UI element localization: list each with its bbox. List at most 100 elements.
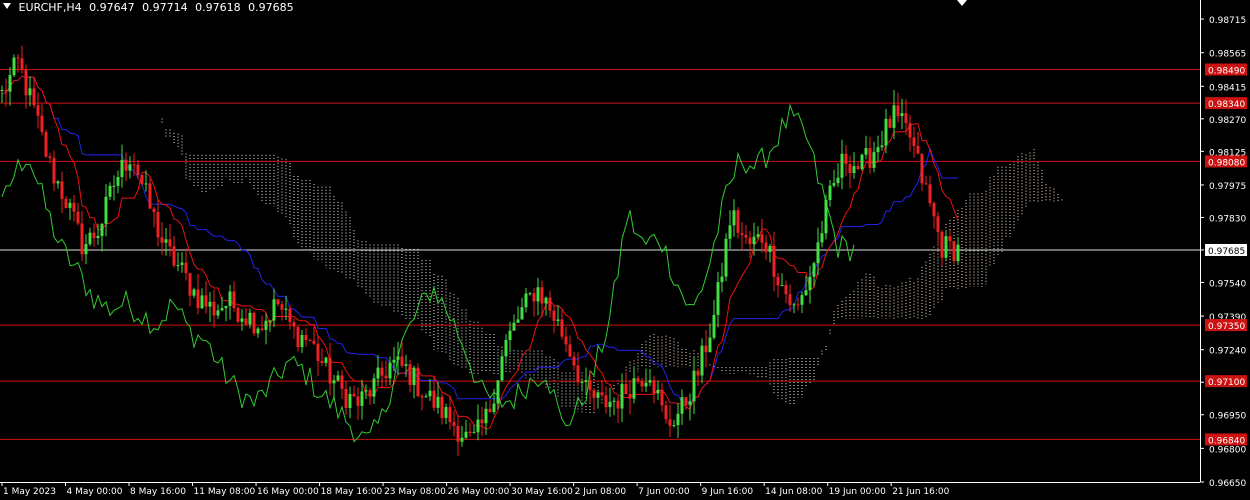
candle bbox=[800, 291, 804, 314]
candle bbox=[336, 370, 340, 382]
candle-body bbox=[208, 301, 212, 307]
candle bbox=[316, 335, 320, 376]
candle-body bbox=[160, 237, 164, 243]
candle-body bbox=[628, 394, 632, 399]
candle-body bbox=[488, 408, 492, 413]
candle-body bbox=[600, 392, 604, 396]
candle bbox=[452, 410, 456, 437]
candle-body bbox=[824, 199, 828, 234]
x-tick-label: 1 May 2023 bbox=[3, 487, 56, 497]
candle bbox=[888, 115, 892, 129]
candle bbox=[516, 306, 520, 324]
candle bbox=[552, 305, 556, 334]
candle-body bbox=[356, 396, 360, 406]
candle-body bbox=[772, 245, 776, 277]
candle-body bbox=[864, 148, 868, 155]
candle-body bbox=[136, 164, 140, 176]
candle-body bbox=[436, 396, 440, 408]
candle-body bbox=[736, 210, 740, 233]
candle-body bbox=[120, 159, 124, 177]
candle bbox=[592, 387, 596, 411]
candle-body bbox=[360, 391, 364, 406]
candle-body bbox=[428, 390, 432, 397]
candle-body bbox=[368, 390, 372, 397]
candle bbox=[828, 180, 832, 207]
candle bbox=[340, 369, 344, 400]
candle bbox=[668, 404, 672, 438]
candle bbox=[268, 319, 272, 332]
candle-body bbox=[92, 232, 96, 239]
candle-body bbox=[828, 185, 832, 200]
candle bbox=[848, 155, 852, 189]
candle-body bbox=[16, 57, 20, 59]
candle-body bbox=[440, 396, 444, 418]
candle-body bbox=[132, 164, 136, 166]
candle-body bbox=[468, 431, 472, 434]
x-tick-label: 9 Jun 16:00 bbox=[702, 487, 754, 497]
candle-body bbox=[696, 370, 700, 376]
candle-body bbox=[732, 210, 736, 226]
candle bbox=[424, 393, 428, 398]
candle-body bbox=[176, 264, 180, 266]
y-tick-label: 0.98715 bbox=[1209, 16, 1246, 26]
candle bbox=[328, 343, 332, 396]
candle bbox=[628, 380, 632, 415]
candle bbox=[604, 386, 608, 414]
candle-body bbox=[188, 273, 192, 296]
candle-body bbox=[900, 113, 904, 117]
candle-body bbox=[512, 322, 516, 331]
candle bbox=[324, 356, 328, 367]
candle bbox=[524, 287, 528, 313]
candle-body bbox=[164, 239, 168, 243]
candle-body bbox=[448, 407, 452, 423]
candle-body bbox=[416, 367, 420, 397]
candle bbox=[92, 223, 96, 247]
candle-body bbox=[216, 310, 220, 316]
candle-body bbox=[472, 432, 476, 434]
candle bbox=[680, 389, 684, 426]
candle-body bbox=[408, 364, 412, 386]
candle-body bbox=[776, 276, 780, 286]
candle bbox=[952, 240, 956, 265]
candle-body bbox=[756, 234, 760, 237]
candle bbox=[872, 141, 876, 173]
candle bbox=[520, 297, 524, 320]
candle bbox=[704, 330, 708, 368]
candle-body bbox=[492, 403, 496, 413]
candle bbox=[936, 211, 940, 246]
candle-body bbox=[0, 89, 4, 91]
candle bbox=[312, 326, 316, 346]
candle bbox=[176, 252, 180, 272]
price-chart[interactable]: 0.987150.985650.984150.982700.981250.979… bbox=[0, 0, 1250, 500]
candle bbox=[104, 184, 108, 237]
candle-body bbox=[308, 340, 312, 342]
candle bbox=[208, 291, 212, 322]
candle-body bbox=[720, 276, 724, 283]
x-tick-label: 21 Jun 16:00 bbox=[892, 487, 949, 497]
candle bbox=[652, 375, 656, 404]
candle-body bbox=[108, 185, 112, 197]
candle bbox=[196, 273, 200, 315]
candle-body bbox=[276, 299, 280, 305]
candle bbox=[308, 338, 312, 342]
candle-body bbox=[576, 365, 580, 383]
candle bbox=[444, 403, 448, 425]
candle-body bbox=[224, 306, 228, 309]
candle bbox=[880, 130, 884, 151]
candle-body bbox=[48, 156, 52, 159]
candle-body bbox=[168, 239, 172, 247]
candle-body bbox=[948, 236, 952, 242]
candle-body bbox=[236, 308, 240, 322]
candle-body bbox=[536, 287, 540, 302]
candle-body bbox=[744, 234, 748, 238]
candle bbox=[304, 328, 308, 347]
candle bbox=[744, 225, 748, 244]
candle-body bbox=[324, 357, 328, 363]
candle bbox=[820, 220, 824, 248]
candle bbox=[216, 304, 220, 319]
candle-body bbox=[712, 314, 716, 338]
candle-body bbox=[884, 118, 888, 146]
candle-body bbox=[204, 295, 208, 307]
candle-body bbox=[4, 89, 8, 92]
candle-body bbox=[380, 367, 384, 376]
